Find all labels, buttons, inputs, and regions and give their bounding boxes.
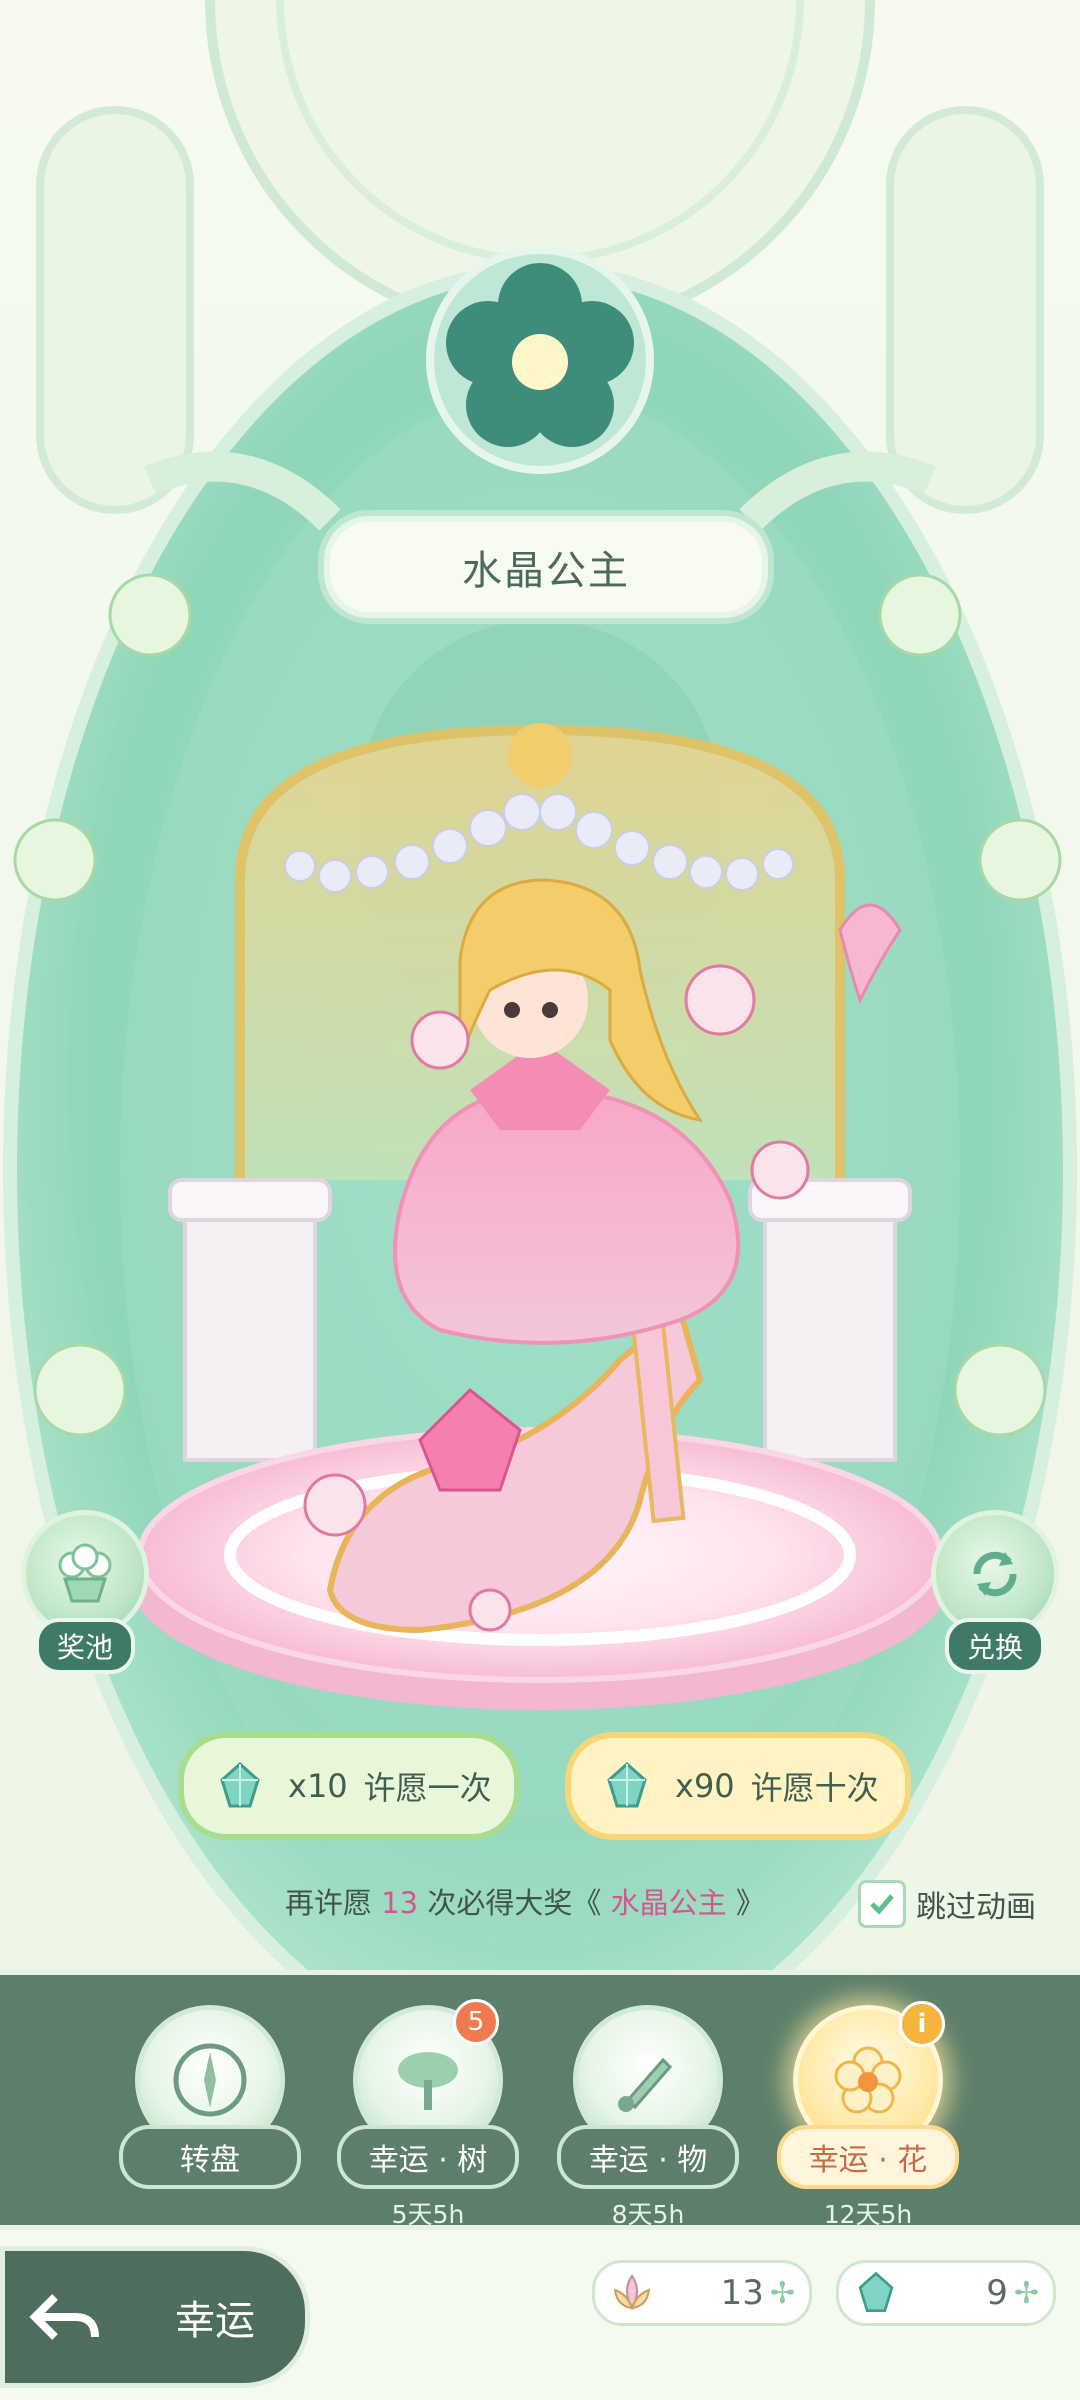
banner-title: 水晶公主 — [318, 510, 774, 624]
gacha-scene: 水晶公主 奖池 兑换 x10 许愿一次 x90 许愿十次 再许愿 13 次必得大… — [0, 0, 1080, 1970]
flower-amount: 13 — [720, 2273, 764, 2313]
lotus-icon — [613, 2274, 651, 2311]
tab-lucky-flower-label: 幸运 · 花 — [777, 2125, 959, 2189]
tab-lucky-tree-label: 幸运 · 树 — [337, 2125, 519, 2189]
back-button[interactable]: 幸运 — [0, 2246, 310, 2388]
tab-lucky-flower[interactable]: i 幸运 · 花 12天5h — [773, 2001, 963, 2231]
hint-suffix: 》 — [735, 1886, 765, 1920]
checkbox-checked-icon[interactable] — [858, 1880, 906, 1928]
crystal-icon — [220, 1761, 260, 1808]
info-icon[interactable]: i — [899, 2001, 945, 2047]
scene-art — [3, 0, 1077, 1970]
tab-lucky-tree-badge: 5 — [453, 1999, 499, 2045]
tab-roulette-label: 转盘 — [119, 2125, 301, 2189]
wish-tab-bar: 转盘 5 幸运 · 树 5天5h 幸运 · 物 8天5h i 幸运 · 花 12… — [0, 1970, 1080, 2230]
tab-lucky-item[interactable]: 幸运 · 物 8天5h — [553, 2005, 743, 2231]
exchange-label: 兑换 — [944, 1618, 1045, 1674]
hint-prefix: 再许愿 — [285, 1886, 373, 1920]
guarantee-hint: 再许愿 13 次必得大奖《 水晶公主 》 — [285, 1880, 765, 1922]
tab-lucky-item-label: 幸运 · 物 — [557, 2125, 739, 2189]
add-crystal-icon[interactable]: ✢ — [1014, 2276, 1039, 2311]
crystal-currency: 9 ✢ — [836, 2260, 1056, 2326]
tab-lucky-tree-time: 5天5h — [391, 2200, 465, 2229]
hint-prize: 水晶公主 — [610, 1886, 727, 1920]
exchange-button[interactable]: 兑换 — [930, 1510, 1060, 1674]
back-arrow-icon — [29, 2294, 99, 2340]
wish-ten-label: 许愿十次 — [750, 1769, 879, 1807]
prize-pool-button[interactable]: 奖池 — [20, 1510, 150, 1674]
hint-middle: 次必得大奖《 — [427, 1886, 602, 1920]
tab-lucky-flower-time: 12天5h — [823, 2200, 913, 2229]
crystal-icon — [607, 1761, 647, 1808]
bottom-bar: 幸运 13 ✢ 9 ✢ — [0, 2230, 1080, 2400]
crystal-amount: 9 — [986, 2273, 1008, 2313]
add-flower-icon[interactable]: ✢ — [770, 2276, 795, 2311]
wish-once-button[interactable]: x10 许愿一次 — [178, 1732, 520, 1840]
wish-ten-cost: x90 — [675, 1767, 735, 1805]
flower-currency: 13 ✢ — [592, 2260, 812, 2326]
tab-lucky-item-time: 8天5h — [611, 2200, 685, 2229]
tab-lucky-tree[interactable]: 5 幸运 · 树 5天5h — [333, 1999, 523, 2231]
wish-once-label: 许愿一次 — [363, 1769, 492, 1807]
crystal-icon — [858, 2271, 894, 2313]
back-label: 幸运 — [175, 2298, 255, 2344]
tab-roulette[interactable]: 转盘 — [115, 2005, 305, 2195]
hint-count: 13 — [381, 1886, 419, 1920]
skip-animation-label: 跳过动画 — [916, 1890, 1036, 1925]
wish-once-cost: x10 — [288, 1767, 348, 1805]
prize-pool-label: 奖池 — [34, 1618, 135, 1674]
wish-ten-button[interactable]: x90 许愿十次 — [565, 1732, 911, 1840]
skip-animation-toggle[interactable]: 跳过动画 — [858, 1880, 1036, 1928]
